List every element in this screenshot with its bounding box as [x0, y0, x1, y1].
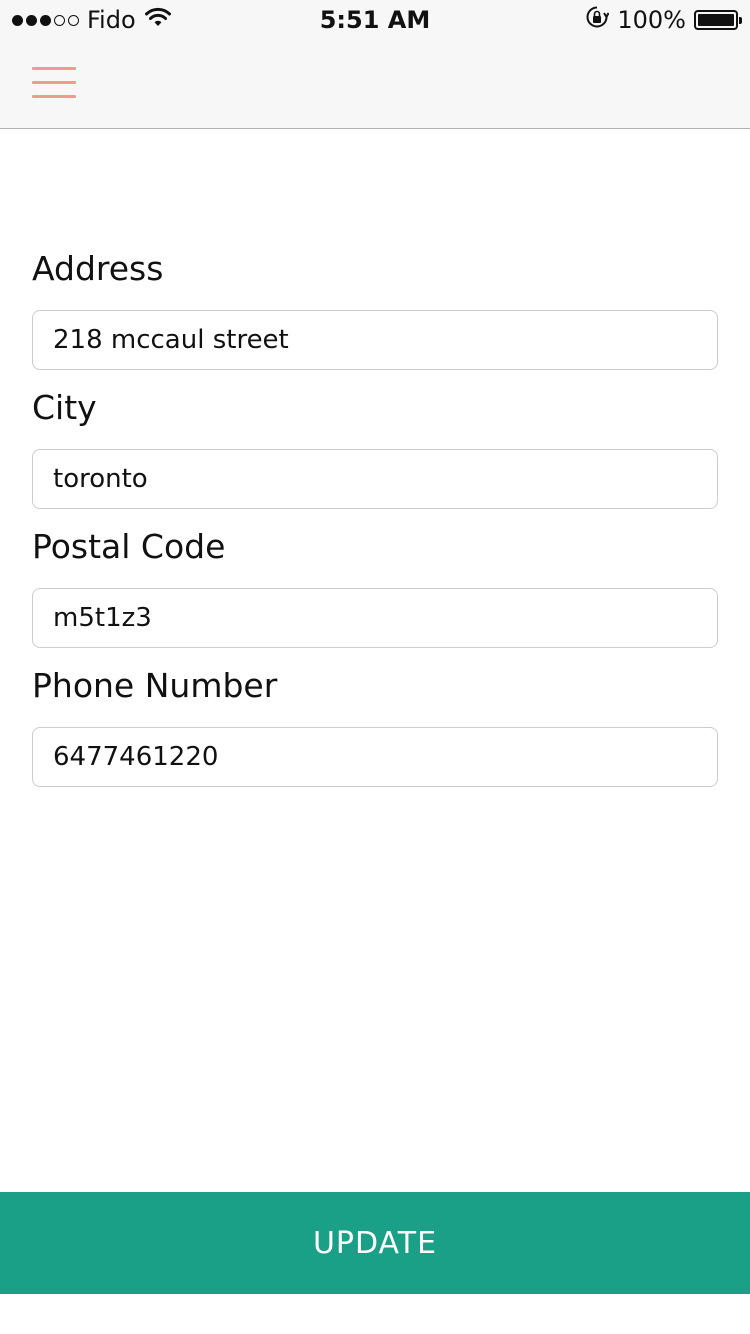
status-right: 100%: [585, 5, 742, 35]
phone-number-input[interactable]: [32, 727, 718, 787]
hamburger-menu-icon: [32, 66, 76, 98]
battery-percentage: 100%: [617, 6, 686, 34]
menu-line: [32, 80, 76, 84]
address-input[interactable]: [32, 310, 718, 370]
menu-line: [32, 94, 76, 98]
postal-code-label: Postal Code: [32, 527, 226, 566]
address-form: Address City Postal Code Phone Number: [32, 244, 718, 800]
address-label: Address: [32, 249, 164, 288]
status-bar: Fido 5:51 AM 100%: [0, 0, 750, 40]
update-button[interactable]: UPDATE: [0, 1192, 750, 1294]
city-label: City: [32, 388, 97, 427]
nav-bar: [0, 40, 750, 129]
rotation-lock-icon: [585, 5, 610, 35]
battery-fill: [698, 14, 734, 26]
battery-tip: [739, 17, 742, 24]
phone-number-label: Phone Number: [32, 666, 278, 705]
postal-code-input[interactable]: [32, 588, 718, 648]
menu-button[interactable]: [22, 58, 86, 106]
menu-line: [32, 66, 76, 70]
city-input[interactable]: [32, 449, 718, 509]
battery-icon: [694, 10, 742, 30]
